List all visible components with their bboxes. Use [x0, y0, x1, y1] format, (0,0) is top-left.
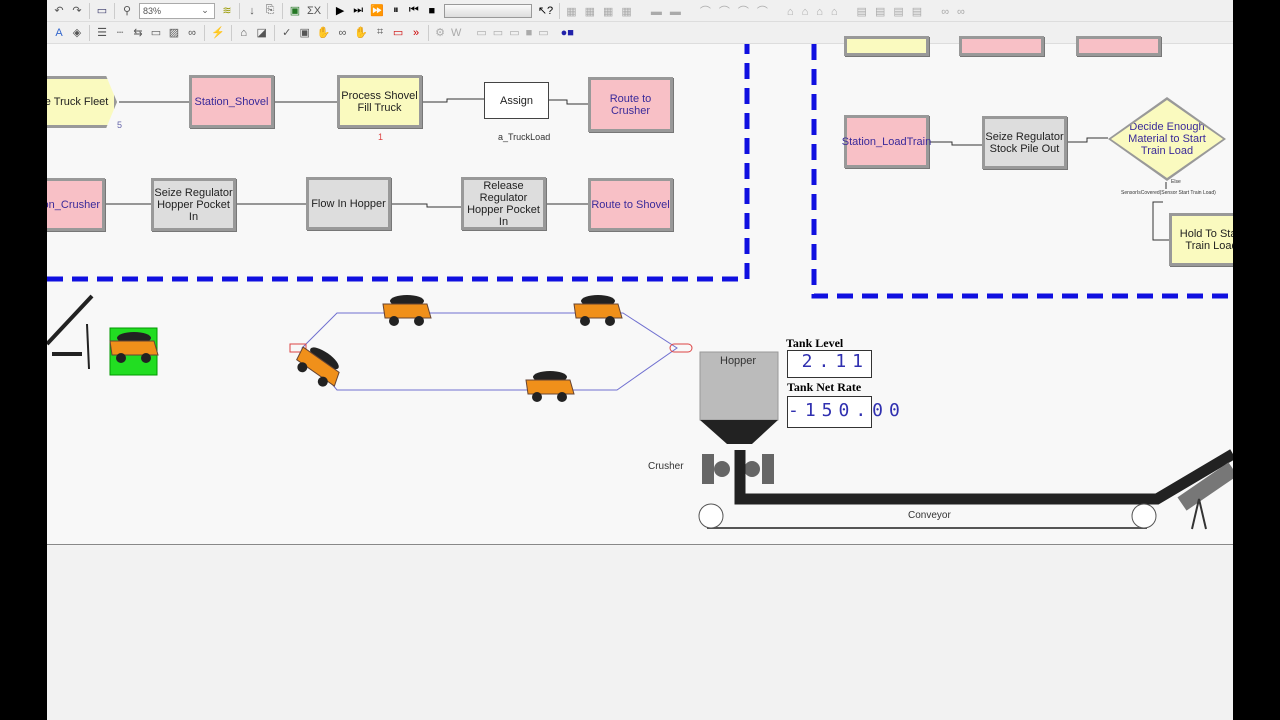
module-partial-2[interactable]: [959, 36, 1044, 56]
conveyor-icon: [698, 449, 1233, 530]
crusher-label: Crusher: [648, 461, 684, 472]
fast-forward-icon[interactable]: ⏩: [370, 4, 384, 17]
hopper-chute: [700, 420, 778, 444]
module-label: Assign: [499, 94, 534, 107]
empty-area: [47, 546, 1233, 720]
more-icon[interactable]: »: [410, 27, 422, 39]
decide-else-label: Else: [1171, 179, 1181, 185]
undo-icon[interactable]: ↶: [53, 4, 65, 17]
assign-module[interactable]: Assign: [484, 82, 549, 119]
station-shovel-module[interactable]: Station_Shovel: [189, 75, 274, 128]
hold-module[interactable]: Hold To Start Train Load: [1169, 213, 1233, 266]
truck-icon: [296, 346, 340, 387]
module-label: Decide Enough Material to Start Train Lo…: [1128, 121, 1206, 157]
process-counter: 1: [378, 132, 384, 142]
toolbar-draw: A ◈ ☰ ┄ ⇆ ▭ ▨ ∞ ⚡ ⌂ ◪ ✓ ▣ ✋ ∞ ✋ ⌗ ▭ » ⚙W ▭▭▭■▭ ●■: [47, 22, 1233, 44]
arrow-style-icon[interactable]: ⇆: [132, 26, 144, 39]
redo-icon[interactable]: ↷: [71, 4, 83, 17]
fill-pattern-icon[interactable]: ▨: [168, 26, 180, 39]
truck-icon: [382, 295, 432, 326]
hopper-label: Hopper: [720, 355, 757, 367]
tank-level-title: Tank Level: [786, 336, 844, 350]
decide-condition-label: SensorIsCovered(Sensor Start Train Load): [1121, 190, 1216, 196]
submodel-icon[interactable]: ⎘: [264, 4, 276, 17]
open-icon[interactable]: ⌂: [238, 27, 250, 39]
glasses-icon[interactable]: ∞: [336, 27, 348, 39]
tank-level-value: 2.11: [801, 351, 869, 372]
animation-speed-slider[interactable]: [443, 3, 532, 18]
module-label: Station_LoadTrain: [841, 135, 932, 148]
play-icon[interactable]: ▶: [334, 4, 346, 17]
check-icon[interactable]: ✓: [281, 26, 293, 39]
stop-icon[interactable]: ■: [426, 5, 438, 17]
module-partial-1[interactable]: [844, 36, 929, 56]
create-counter: 5: [117, 120, 123, 130]
module-label: Release Regulator Hopper Pocket In: [467, 179, 540, 228]
module-label: Route to Shovel: [591, 198, 670, 211]
module-label: Seize Regulator Stock Pile Out: [985, 130, 1064, 155]
model-canvas[interactable]: ate Truck Fleet 5 Station_Shovel Process…: [47, 36, 1233, 545]
flow-in-hopper-module[interactable]: Flow In Hopper: [306, 177, 391, 230]
step-icon[interactable]: ⏭: [352, 4, 364, 17]
font-color-icon[interactable]: A: [53, 27, 65, 39]
truck-icon: [525, 371, 575, 402]
hand-icon[interactable]: ✋: [317, 26, 331, 39]
sigma-icon[interactable]: ΣX: [307, 5, 321, 17]
zoom-value: 83%: [143, 5, 162, 16]
shovel-icon: [47, 294, 94, 370]
module-label: Seize Regulator Hopper Pocket In: [154, 186, 233, 223]
help-icon[interactable]: ↖?: [538, 4, 553, 17]
tank-level-display: 2.11: [787, 350, 872, 378]
seize-stockpile-module[interactable]: Seize Regulator Stock Pile Out: [982, 116, 1067, 169]
run-icon[interactable]: ●■: [561, 27, 574, 39]
chart-icon[interactable]: ◪: [256, 26, 268, 39]
tree-icon[interactable]: ⌗: [374, 26, 386, 39]
module-label: on_Crusher: [47, 198, 100, 211]
toolbar-standard: ↶ ↷ ▭ ⚲ 83% ⌄ ≋ ↓ ⎘ ▣ ΣX ▶ ⏭ ⏩ ⏸ ⏮ ■ ↖? ▦▦▦▦ ▬▬ ⌒…: [47, 0, 1233, 22]
window-icon[interactable]: ▭: [392, 26, 404, 39]
module-label: Hold To Start Train Load: [1179, 227, 1233, 252]
create-truck-fleet-module[interactable]: ate Truck Fleet: [47, 76, 117, 128]
assign-label: a_TruckLoad: [498, 132, 551, 142]
truck-icon: [573, 295, 623, 326]
lightning-icon[interactable]: ⚡: [211, 26, 225, 39]
tank-rate-display: -150.00: [787, 396, 900, 428]
chevron-down-icon: ⌄: [201, 5, 209, 15]
route-to-shovel-module[interactable]: Route to Shovel: [588, 178, 673, 231]
module-label: Station_Shovel: [194, 95, 269, 108]
release-hopper-module[interactable]: Release Regulator Hopper Pocket In: [461, 177, 546, 230]
layers-icon[interactable]: ▭: [96, 4, 108, 17]
station-crusher-module[interactable]: on_Crusher: [47, 178, 105, 231]
line-width-icon[interactable]: ☰: [96, 26, 108, 39]
module-partial-3[interactable]: [1076, 36, 1161, 56]
zoom-select[interactable]: 83% ⌄: [139, 2, 215, 19]
start-over-icon[interactable]: ⏮: [408, 4, 420, 17]
hand-disabled-icon[interactable]: ✋: [354, 26, 368, 39]
zoom-icon[interactable]: ⚲: [121, 4, 133, 17]
line-style-icon[interactable]: ┄: [114, 26, 126, 39]
route-to-crusher-module[interactable]: Route to Crusher: [588, 77, 673, 132]
display-icon[interactable]: ▣: [289, 4, 301, 17]
tank-rate-title: Tank Net Rate: [787, 380, 862, 394]
arena-window: ↶ ↷ ▭ ⚲ 83% ⌄ ≋ ↓ ⎘ ▣ ΣX ▶ ⏭ ⏩ ⏸ ⏮ ■ ↖? ▦▦▦▦ ▬▬ ⌒…: [47, 0, 1233, 720]
tank-rate-value: -150.00: [788, 400, 906, 421]
connect-icon[interactable]: ↓: [246, 5, 258, 17]
pause-icon[interactable]: ⏸: [390, 4, 402, 17]
link-icon[interactable]: ∞: [186, 27, 198, 39]
layers-stack-icon[interactable]: ≋: [221, 4, 233, 17]
conveyor-label: Conveyor: [908, 510, 951, 521]
process-shovel-module[interactable]: Process Shovel Fill Truck: [337, 75, 422, 128]
pattern-icon[interactable]: ▭: [150, 26, 162, 39]
fill-icon[interactable]: ◈: [71, 26, 83, 39]
draw-tools-icon[interactable]: ▦▦▦▦ ▬▬ ⌒⌒⌒⌒ ⌂⌂⌂⌂ ▤▤▤▤ ∞∞: [566, 3, 973, 19]
image-icon[interactable]: ▣: [299, 26, 311, 39]
module-label: ate Truck Fleet: [47, 96, 109, 108]
seize-hopper-module[interactable]: Seize Regulator Hopper Pocket In: [151, 178, 236, 231]
module-label: Process Shovel Fill Truck: [341, 89, 418, 114]
module-label: Route to Crusher: [609, 92, 652, 117]
misc-tools-icon[interactable]: ⚙W ▭▭▭■▭: [435, 26, 555, 39]
station-loadtrain-module[interactable]: Station_LoadTrain: [841, 115, 932, 168]
module-label: Flow In Hopper: [311, 197, 386, 210]
